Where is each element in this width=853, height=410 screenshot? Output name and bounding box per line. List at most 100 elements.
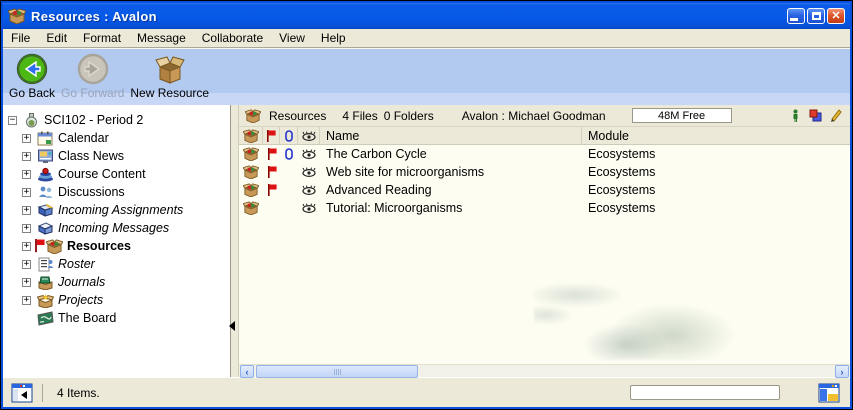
tree-expand-icon[interactable]: + (22, 242, 31, 251)
projects-icon (37, 293, 54, 308)
resource-box-icon (239, 163, 263, 181)
folder-info-bar: Resources 4 Files 0 Folders Avalon : Mic… (239, 105, 850, 127)
tree-expand-icon[interactable]: + (22, 206, 31, 215)
folders-count: 0 Folders (384, 109, 434, 123)
resource-box-icon (239, 181, 263, 199)
tree-collapse-icon[interactable]: − (8, 116, 17, 125)
go-back-label: Go Back (9, 86, 55, 100)
close-button[interactable]: ✕ (827, 8, 845, 24)
flag-icon (263, 181, 280, 199)
window-title: Resources : Avalon (31, 9, 785, 24)
table-row[interactable]: The Carbon Cycle Ecosystems (239, 145, 850, 163)
course-tree-panel: − SCI102 - Period 2 + Calendar + Class N… (3, 105, 231, 377)
owner-label: Avalon : Michael Goodman (462, 109, 606, 123)
column-type[interactable] (239, 127, 263, 144)
tree-item-the-board[interactable]: + The Board (3, 309, 230, 327)
tree-expand-icon[interactable]: + (22, 278, 31, 287)
tree-item-class-news[interactable]: + Class News (3, 147, 230, 165)
tree-expand-icon[interactable]: + (22, 188, 31, 197)
tree-expand-icon[interactable]: + (22, 152, 31, 161)
books-icon (37, 167, 54, 182)
scroll-right-icon[interactable]: › (835, 365, 849, 378)
row-name: The Carbon Cycle (320, 145, 582, 163)
tree-expand-icon[interactable]: + (22, 170, 31, 179)
scrollbar-thumb[interactable] (256, 365, 418, 378)
tree-expand-icon[interactable]: + (22, 260, 31, 269)
flag-icon (263, 163, 280, 181)
tree-expand-icon[interactable]: + (22, 224, 31, 233)
go-back-icon (16, 53, 48, 85)
scroll-left-icon[interactable]: ‹ (240, 365, 254, 378)
column-attachment[interactable] (280, 127, 298, 144)
tree-expand-icon[interactable]: + (22, 296, 31, 305)
status-bar: 4 Items. (3, 377, 850, 407)
tree-item-projects[interactable]: + Projects (3, 291, 230, 309)
news-icon (37, 149, 54, 164)
row-name: Tutorial: Microorganisms (320, 199, 582, 217)
tree-expand-icon[interactable]: + (22, 134, 31, 143)
menu-item-format[interactable]: Format (75, 29, 129, 47)
minimize-button[interactable] (787, 8, 805, 24)
go-forward-label: Go Forward (61, 86, 124, 100)
column-flag[interactable] (263, 127, 280, 144)
tree-item-calendar[interactable]: + Calendar (3, 129, 230, 147)
table-row[interactable]: Tutorial: Microorganisms Ecosystems (239, 199, 850, 217)
tree-item-journals[interactable]: + Journals (3, 273, 230, 291)
free-space-label: 48M Free (658, 110, 705, 122)
status-progress-field (630, 385, 780, 400)
avalon-watermark (534, 260, 764, 360)
table-header: Name Module (239, 127, 850, 145)
layout-view-icon[interactable] (818, 383, 840, 403)
member-icon[interactable] (789, 109, 802, 122)
paperclip-icon (280, 145, 298, 163)
tree-item-root[interactable]: − SCI102 - Period 2 (3, 111, 230, 129)
new-resource-button[interactable]: New Resource (130, 53, 209, 100)
row-name: Advanced Reading (320, 181, 582, 199)
people-icon (37, 185, 54, 200)
toggle-panel-icon[interactable] (11, 383, 33, 403)
tree-item-course-content[interactable]: + Course Content (3, 165, 230, 183)
menu-item-file[interactable]: File (3, 29, 38, 47)
tree-item-resources[interactable]: + Resources (3, 237, 230, 255)
table-row[interactable]: Advanced Reading Ecosystems (239, 181, 850, 199)
free-space-indicator: 48M Free (632, 108, 732, 123)
panel-splitter[interactable] (231, 105, 239, 377)
go-back-button[interactable]: Go Back (9, 53, 55, 100)
menu-item-view[interactable]: View (271, 29, 313, 47)
resources-panel: Resources 4 Files 0 Folders Avalon : Mic… (239, 105, 850, 377)
items-count: 4 Items. (57, 386, 100, 400)
menu-item-help[interactable]: Help (313, 29, 354, 47)
horizontal-scrollbar[interactable]: ‹ › (239, 364, 850, 377)
column-module[interactable]: Module (582, 127, 850, 144)
calendar-icon (37, 131, 54, 146)
splitter-collapse-icon[interactable] (229, 321, 235, 331)
table-row[interactable]: Web site for microorganisms Ecosystems (239, 163, 850, 181)
column-name[interactable]: Name (320, 127, 582, 144)
row-module: Ecosystems (582, 181, 850, 199)
menu-bar: File Edit Format Message Collaborate Vie… (3, 29, 850, 48)
tree-item-incoming-assignments[interactable]: + Incoming Assignments (3, 201, 230, 219)
new-resource-icon (154, 53, 186, 85)
go-forward-button[interactable]: Go Forward (61, 53, 124, 100)
edit-pencil-icon[interactable] (829, 109, 842, 122)
paperclip-icon (285, 130, 293, 142)
menu-item-collaborate[interactable]: Collaborate (194, 29, 271, 47)
row-module: Ecosystems (582, 145, 850, 163)
resource-box-icon (8, 8, 26, 24)
window-frame: Resources : Avalon ✕ File Edit Format Me… (1, 1, 852, 409)
maximize-button[interactable] (807, 8, 825, 24)
menu-item-message[interactable]: Message (129, 29, 194, 47)
box-icon (46, 239, 63, 254)
go-forward-icon (77, 53, 109, 85)
tree-item-incoming-messages[interactable]: + Incoming Messages (3, 219, 230, 237)
resource-list: The Carbon Cycle Ecosystems Web site for… (239, 145, 850, 364)
windows-icon[interactable] (809, 109, 822, 122)
resource-box-icon (239, 199, 263, 217)
tree-item-roster[interactable]: + Roster (3, 255, 230, 273)
row-name: Web site for microorganisms (320, 163, 582, 181)
menu-item-edit[interactable]: Edit (38, 29, 75, 47)
tree-item-discussions[interactable]: + Discussions (3, 183, 230, 201)
toolbar: Go Back Go Forward New Resource (3, 48, 850, 105)
column-visibility[interactable] (298, 127, 320, 144)
title-bar[interactable]: Resources : Avalon ✕ (3, 3, 850, 29)
